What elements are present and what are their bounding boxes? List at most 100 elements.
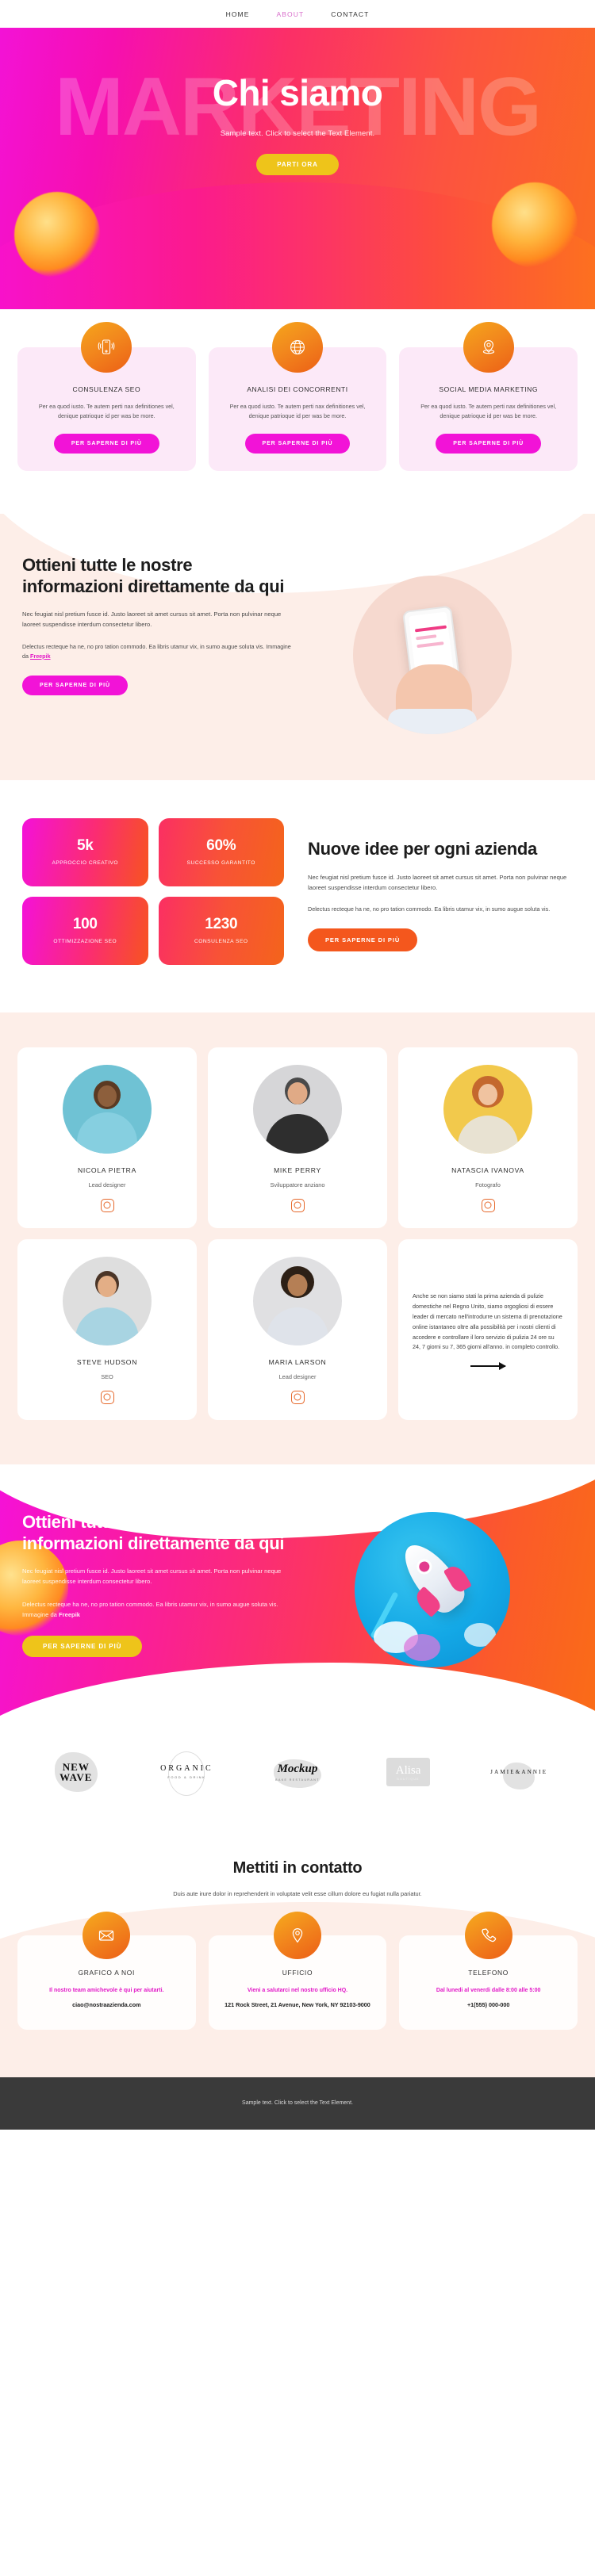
team-member-name: MIKE PERRY	[274, 1166, 321, 1174]
arrow-right-icon[interactable]	[470, 1362, 506, 1371]
services-section: CONSULENZA SEO Per ea quod iusto. Te aut…	[0, 309, 595, 514]
stat-label: OTTIMIZZAZIONE SEO	[53, 938, 117, 944]
info-section: Ottieni tutte le nostre informazioni dir…	[0, 513, 595, 780]
hero-cta-button[interactable]: PARTI ORA	[256, 153, 339, 175]
freepik-credit-link[interactable]: Freepik	[30, 653, 51, 660]
brand-logo-sub: BAKE RESTAURANT	[275, 1778, 320, 1782]
info-paragraph-2: Delectus recteque ha ne, no pro tation c…	[22, 642, 292, 662]
logo-background-blob	[503, 1762, 536, 1789]
contact-card: TELEFONO Dal lunedi al venerdi dalle 8:0…	[399, 1912, 578, 2030]
phone-icon	[464, 1912, 512, 1960]
instagram-icon[interactable]	[290, 1198, 305, 1212]
nav-link-about[interactable]: ABOUT	[276, 10, 304, 18]
stat-label: SUCCESSO GARANTITO	[186, 859, 255, 866]
rocket-fin-left	[412, 1586, 443, 1617]
info-illustration	[292, 555, 573, 734]
hero-content: Chi siamo Sample text. Click to select t…	[0, 28, 595, 175]
brand-logo-line1: ORGANIC	[160, 1764, 213, 1774]
contact-card-name: GRAFICO A NOI	[78, 1969, 136, 1977]
cta-more-button[interactable]: PER SAPERNE DI PIÙ	[22, 1635, 143, 1657]
team-member-name: MARIA LARSON	[268, 1357, 327, 1366]
page-footer: Sample text. Click to select the Text El…	[0, 2076, 595, 2130]
service-more-button[interactable]: PER SAPERNE DI PIÙ	[436, 433, 542, 454]
contact-card-name: UFFICIO	[282, 1969, 313, 1977]
stats-paragraph-1: Nec feugiat nisl pretium fusce id. Justo…	[308, 873, 567, 891]
hero-sun-left	[14, 192, 100, 278]
service-title: ANALISI DEI CONCORRENTI	[247, 385, 348, 393]
hero-sun-right	[492, 182, 578, 268]
avatar	[63, 1064, 152, 1154]
cta-illustration	[292, 1511, 573, 1667]
instagram-icon[interactable]	[481, 1198, 495, 1212]
hero-subtitle: Sample text. Click to select the Text El…	[220, 128, 375, 138]
stats-grid: 5k APPROCCIO CREATIVO 60% SUCCESSO GARAN…	[22, 817, 284, 965]
brand-logos-section: NEW WAVE ORGANIC FOOD & DRINK Mockup BAK…	[0, 1719, 595, 1823]
team-member-role: Lead designer	[278, 1372, 317, 1380]
avatar	[63, 1256, 152, 1345]
team-member-role: SEO	[101, 1372, 113, 1380]
instagram-icon[interactable]	[100, 1390, 114, 1404]
stats-more-button[interactable]: PER SAPERNE DI PIÙ	[308, 928, 418, 952]
instagram-icon[interactable]	[100, 1198, 114, 1212]
cta-section: Ottieni tutte le nostre informazioni dir…	[0, 1464, 595, 1720]
brand-logo-line1: NEW	[62, 1760, 90, 1773]
info-text-column: Ottieni tutte le nostre informazioni dir…	[22, 555, 292, 696]
brand-logo: ORGANIC FOOD & DRINK	[132, 1751, 243, 1797]
stat-value: 1230	[205, 915, 238, 932]
contact-section: Mettiti in contatto Duis aute irure dolo…	[0, 1822, 595, 2077]
globe-icon	[272, 322, 323, 373]
nav-link-contact[interactable]: CONTACT	[331, 10, 369, 18]
team-member-role: Sviluppatore anziano	[270, 1181, 325, 1188]
team-member-name: STEVE HUDSON	[76, 1357, 138, 1366]
team-member-name: NICOLA PIETRA	[77, 1166, 137, 1174]
contact-card-desc: Il nostro team amichevole è qui per aiut…	[49, 1988, 164, 1994]
contact-card-desc: Vieni a salutarci nel nostro ufficio HQ.	[247, 1988, 348, 1994]
service-card: CONSULENZA SEO Per ea quod iusto. Te aut…	[17, 322, 196, 471]
team-member-card: MARIA LARSON Lead designer	[208, 1238, 387, 1420]
service-text: Per ea quod iusto. Te autem perti nax de…	[420, 403, 557, 419]
cta-paragraph-2: Delectus recteque ha ne, no pro tation c…	[22, 1599, 292, 1620]
team-member-role: Lead designer	[88, 1181, 126, 1188]
cta-title: Ottieni tutte le nostre informazioni dir…	[22, 1511, 285, 1553]
hero-section: MARKETING Chi siamo Sample text. Click t…	[0, 28, 595, 309]
contact-card: UFFICIO Vieni a salutarci nel nostro uff…	[208, 1912, 387, 2030]
contact-subtitle: Duis aute irure dolor in reprehenderit i…	[173, 1889, 422, 1897]
team-member-card: MIKE PERRY Sviluppatore anziano	[208, 1047, 387, 1228]
stat-card: 1230 CONSULENZA SEO	[158, 896, 284, 965]
contact-card-value[interactable]: ciao@nostraazienda.com	[29, 1999, 185, 2011]
team-note-text: Anche se non siamo stati la prima aziend…	[413, 1292, 562, 1351]
contact-header: Mettiti in contatto Duis aute irure dolo…	[17, 1859, 578, 1899]
freepik-credit-link[interactable]: Freepik	[59, 1611, 80, 1618]
stats-text-column: Nuove idee per ogni azienda Nec feugiat …	[308, 818, 573, 952]
contact-card-value[interactable]: +1(555) 000-000	[410, 1999, 566, 2011]
instagram-icon[interactable]	[290, 1390, 305, 1404]
phone-in-hand-illustration	[353, 575, 512, 734]
stat-card: 5k APPROCCIO CREATIVO	[22, 817, 148, 886]
brand-logo: Mockup BAKE RESTAURANT	[242, 1759, 353, 1788]
cloud-shape	[464, 1622, 496, 1647]
cta-text-column: Ottieni tutte le nostre informazioni dir…	[22, 1512, 292, 1657]
service-more-button[interactable]: PER SAPERNE DI PIÙ	[53, 433, 159, 454]
service-more-button[interactable]: PER SAPERNE DI PIÙ	[244, 433, 351, 454]
avatar	[443, 1064, 532, 1154]
team-grid: NICOLA PIETRA Lead designer MIKE PERRY S…	[17, 1047, 578, 1420]
sleeve-graphic	[388, 708, 477, 734]
stat-label: APPROCCIO CREATIVO	[52, 859, 119, 866]
brand-logo: JAMIE&ANNIE	[463, 1762, 574, 1789]
brand-logo-sub: FOOD & DRINK	[167, 1775, 206, 1780]
footer-text: Sample text. Click to select the Text El…	[242, 2100, 353, 2107]
info-more-button[interactable]: PER SAPERNE DI PIÙ	[22, 676, 128, 696]
service-card: ANALISI DEI CONCORRENTI Per ea quod iust…	[208, 322, 387, 471]
contact-card: GRAFICO A NOI Il nostro team amichevole …	[17, 1912, 196, 2030]
info-paragraph-2-text: Delectus recteque ha ne, no pro tation c…	[22, 642, 291, 660]
stat-label: CONSULENZA SEO	[194, 938, 248, 944]
team-member-card: STEVE HUDSON SEO	[17, 1238, 197, 1420]
avatar	[253, 1256, 342, 1345]
brand-logo-sub: BOUTIQUE	[397, 1777, 420, 1781]
info-paragraph-1: Nec feugiat nisl pretium fusce id. Justo…	[22, 611, 282, 629]
stats-paragraph-2: Delectus recteque ha ne, no pro tation c…	[308, 905, 551, 913]
nav-link-home[interactable]: HOME	[226, 10, 250, 18]
logo-background-blob: Alisa BOUTIQUE	[386, 1757, 431, 1786]
envelope-icon	[83, 1912, 131, 1960]
service-text: Per ea quod iusto. Te autem perti nax de…	[229, 403, 366, 419]
